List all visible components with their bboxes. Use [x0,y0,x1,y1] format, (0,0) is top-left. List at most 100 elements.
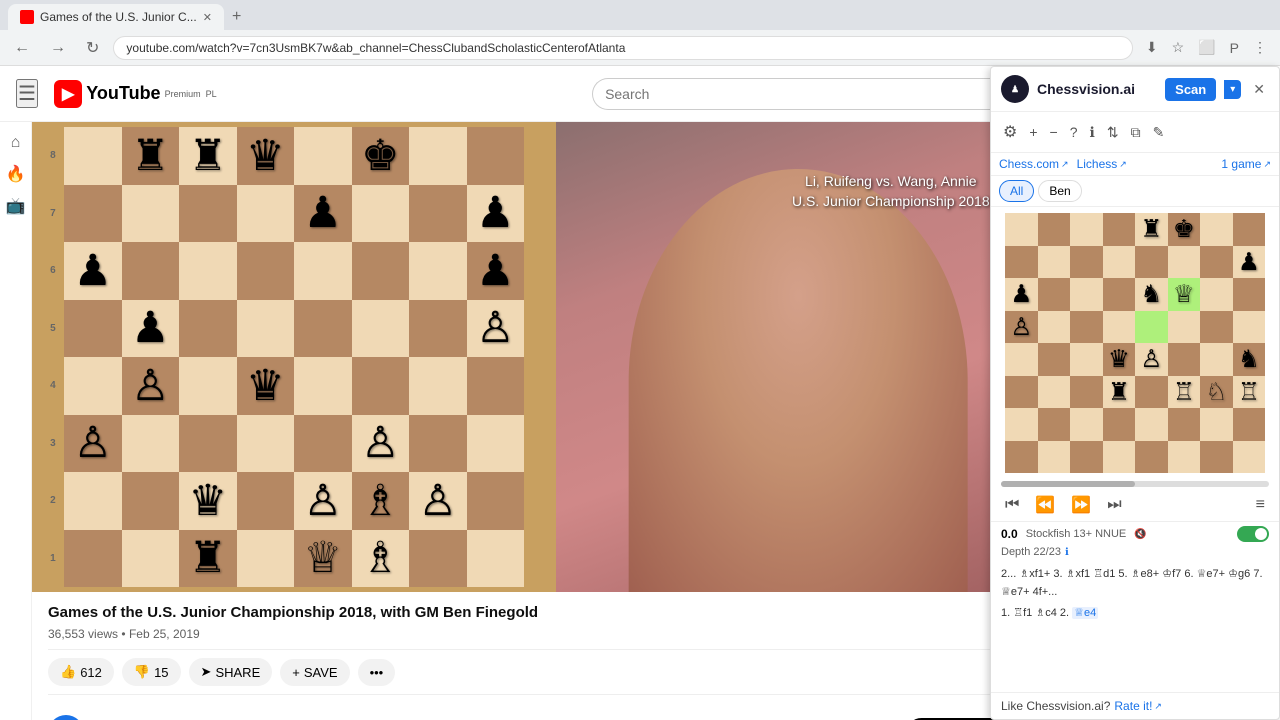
rank-4: 4 [50,380,56,391]
overlay-line2: U.S. Junior Championship 2018 [792,192,990,212]
video-player[interactable]: ♜♜♛♚♟♟♟♟♟♙♙♛♙♙♛♙♗♙♜♕♗ 8 7 6 5 4 3 2 1 [32,122,1040,592]
rank-2: 2 [50,495,56,506]
cv-nav-last[interactable]: ⏭ [1101,494,1127,516]
extensions-icon[interactable]: ⬜ [1193,36,1220,59]
dislike-icon: 👎 [134,664,150,680]
back-button[interactable]: ← [8,35,36,61]
forward-button[interactable]: → [44,35,72,61]
video-overlay-text: Li, Ruifeng vs. Wang, Annie U.S. Junior … [792,172,990,211]
external-link-icon: ↗ [1061,159,1069,170]
yt-pl-label: PL [206,89,217,99]
external-link-icon-3: ↗ [1263,159,1271,170]
arrows-icon: ⇅ [1107,124,1119,140]
yt-logo-icon: ▶ [54,80,82,108]
profile-icon[interactable]: P [1225,37,1244,59]
cv-engine-toggle[interactable] [1237,526,1269,542]
game-count: 1 game ↗ [1221,157,1271,171]
external-rate-icon: ↗ [1154,701,1162,712]
cv-arrows-tool[interactable]: ⇅ [1103,120,1123,145]
help-icon: ? [1070,124,1078,140]
new-tab-button[interactable]: + [226,6,247,28]
cv-nav-first[interactable]: ⏮ [999,494,1025,516]
sidebar-explore[interactable]: 🔥 [6,164,26,184]
cv-engine-info: Stockfish 13+ NNUE [1026,528,1127,540]
sidebar-subs[interactable]: 📺 [6,196,26,216]
chessvision-panel: ♟ Chessvision.ai Scan ▾ ✕ ⚙ + − ? ℹ ⇅ ⧉ … [990,66,1280,720]
cv-slider-fill [1001,481,1135,487]
cv-help-tool[interactable]: ? [1066,120,1082,144]
like-count: 612 [80,665,102,680]
tab-all[interactable]: All [999,180,1034,202]
like-button[interactable]: 👍 612 [48,658,114,686]
cv-toolbar: ⚙ + − ? ℹ ⇅ ⧉ ✎ [991,112,1279,153]
cv-scan-dropdown[interactable]: ▾ [1224,80,1241,99]
bookmark-icon[interactable]: ☆ [1167,36,1190,59]
cv-moves: 2... ♗xf1+ 3. ♗xf1 ♖d1 5. ♗e8+ ♔f7 6. ♕e… [991,562,1279,627]
cv-depth-icon[interactable]: ℹ [1065,547,1069,558]
cv-edit-tool[interactable]: ✎ [1149,120,1169,145]
copy-icon: ⧉ [1131,124,1141,140]
tab-close-button[interactable]: ✕ [203,11,212,24]
address-bar[interactable] [113,36,1133,60]
rank-6: 6 [50,265,56,276]
cv-toggle-tool[interactable]: ⚙ [999,118,1021,146]
video-info: Games of the U.S. Junior Championship 20… [32,592,1040,703]
cv-moves-line1: 2... ♗xf1+ 3. ♗xf1 ♖d1 5. ♗e8+ ♔f7 6. ♕e… [1001,566,1269,601]
cv-plus-tool[interactable]: + [1025,120,1041,144]
cv-nav-prev[interactable]: ⏪ [1029,493,1061,517]
cv-title: Chessvision.ai [1037,81,1157,97]
cv-logo: ♟ [1001,75,1029,103]
toggle-icon: ⚙ [1003,124,1017,141]
cv-rate-link[interactable]: Rate it! ↗ [1114,699,1162,713]
more-button[interactable]: ••• [358,659,396,686]
rank-8: 8 [50,150,56,161]
video-title: Games of the U.S. Junior Championship 20… [48,604,1024,621]
chess-com-link[interactable]: Chess.com ↗ [999,157,1069,171]
video-meta: 36,553 views • Feb 25, 2019 [48,627,1024,641]
overlay-line1: Li, Ruifeng vs. Wang, Annie [792,172,990,192]
cv-board-area: ♜♚♟♟♞♕♙♛♙♞♜♖♘♖ ⏮ ⏪ ⏩ ⏭ ≡ 0.0 Stockfish 1… [991,207,1279,692]
sidebar-home[interactable]: ⌂ [11,134,21,152]
youtube-logo: ▶ YouTube Premium PL [54,80,217,108]
rank-7: 7 [50,208,56,219]
cv-tabs: All Ben [991,176,1279,207]
menu-icon[interactable]: ⋮ [1248,36,1272,59]
search-input[interactable] [592,78,1004,110]
cv-header: ♟ Chessvision.ai Scan ▾ ✕ [991,67,1279,112]
plus-icon: + [1029,124,1037,140]
share-button[interactable]: ➤ SHARE [189,658,273,686]
dislike-button[interactable]: 👎 15 [122,658,181,686]
external-link-icon-2: ↗ [1119,159,1127,170]
share-icon: ➤ [201,664,212,680]
cv-info-tool[interactable]: ℹ [1086,120,1099,145]
info-icon: ℹ [1090,124,1095,140]
save-button[interactable]: + SAVE [280,659,349,686]
browser-nav-bar: ← → ↻ ⬇ ☆ ⬜ P ⋮ [0,30,1280,66]
refresh-button[interactable]: ↻ [80,34,105,62]
cv-nav-buttons: ⏮ ⏪ ⏩ ⏭ ≡ [991,489,1279,521]
tab-ben[interactable]: Ben [1038,180,1081,202]
channel-info: C Chess Club and Scholastic Center of At… [32,703,1040,720]
cv-scan-button[interactable]: Scan [1165,78,1216,101]
minus-icon: − [1050,124,1058,140]
like-icon: 👍 [60,664,76,680]
cv-copy-tool[interactable]: ⧉ [1127,120,1145,145]
hamburger-menu[interactable]: ☰ [16,79,38,108]
cv-eval-display: 0.0 Stockfish 13+ NNUE 🔇 [991,521,1279,546]
cv-moves-line2: 1. ♖f1 ♗c4 2. ♕e4 [1001,605,1269,623]
active-tab[interactable]: Games of the U.S. Junior C... ✕ [8,4,224,30]
cv-links: Chess.com ↗ Lichess ↗ 1 game ↗ [991,153,1279,176]
cv-minus-tool[interactable]: − [1046,120,1062,144]
browser-icons: ⬇ ☆ ⬜ P ⋮ [1141,36,1272,59]
edit-icon: ✎ [1153,124,1165,140]
cv-nav-menu[interactable]: ≡ [1250,494,1271,516]
save-icon: + [292,665,300,680]
dislike-count: 15 [154,665,168,680]
cv-close-button[interactable]: ✕ [1249,81,1269,98]
lichess-link[interactable]: Lichess ↗ [1077,157,1127,171]
cv-feedback: Like Chessvision.ai? Rate it! ↗ [991,692,1279,719]
cv-nav-next[interactable]: ⏩ [1065,493,1097,517]
game-count-link[interactable]: 1 game ↗ [1221,157,1271,171]
cv-eval-slider[interactable] [1001,481,1269,487]
download-icon[interactable]: ⬇ [1141,36,1163,59]
